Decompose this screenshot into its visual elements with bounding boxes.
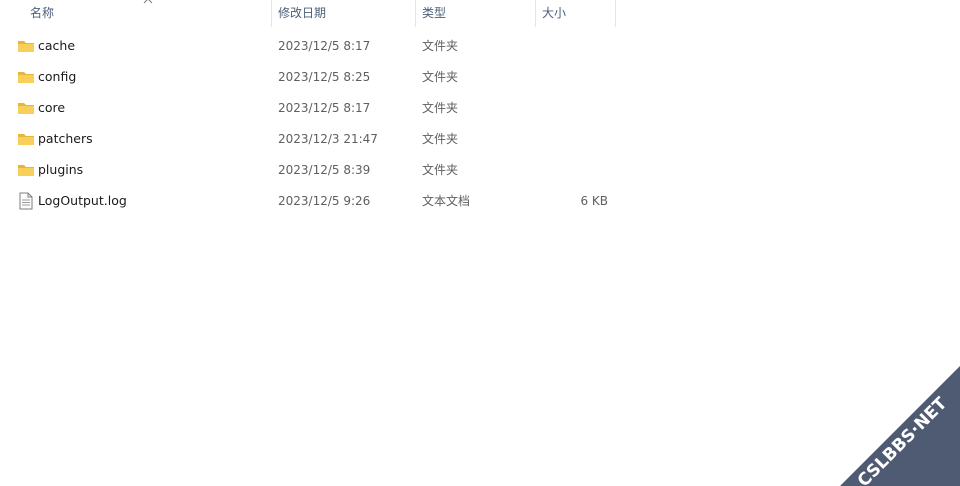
file-row[interactable]: core 2023/12/5 8:17 文件夹 xyxy=(0,93,620,123)
folder-icon xyxy=(18,165,34,176)
file-row[interactable]: patchers 2023/12/3 21:47 文件夹 xyxy=(0,124,620,154)
file-row[interactable]: config 2023/12/5 8:25 文件夹 xyxy=(0,62,620,92)
file-name: core xyxy=(38,100,66,115)
file-date: 2023/12/5 8:17 xyxy=(278,39,371,53)
file-date: 2023/12/5 8:17 xyxy=(278,101,371,115)
file-date: 2023/12/5 8:25 xyxy=(278,70,371,84)
column-header-size[interactable]: 大小 xyxy=(536,0,616,27)
file-name: LogOutput.log xyxy=(38,193,127,208)
file-type: 文件夹 xyxy=(422,101,459,115)
sort-ascending-icon xyxy=(143,0,153,4)
file-name: plugins xyxy=(38,162,84,177)
column-header-size-label: 大小 xyxy=(542,6,567,20)
file-date: 2023/12/5 9:26 xyxy=(278,194,371,208)
watermark-logo: CSLBBS·NET xyxy=(840,366,960,486)
column-header-type[interactable]: 类型 xyxy=(416,0,536,27)
file-row[interactable]: cache 2023/12/5 8:17 文件夹 xyxy=(0,31,620,61)
file-name: config xyxy=(38,69,77,84)
column-header-date[interactable]: 修改日期 xyxy=(272,0,416,27)
file-name: cache xyxy=(38,38,76,53)
column-header-date-label: 修改日期 xyxy=(278,6,327,20)
file-type: 文本文档 xyxy=(422,194,471,208)
folder-icon xyxy=(18,103,34,114)
file-size: 6 KB xyxy=(580,194,608,208)
folder-icon xyxy=(18,41,34,52)
folder-icon xyxy=(18,134,34,145)
column-header-type-label: 类型 xyxy=(422,6,447,20)
file-date: 2023/12/3 21:47 xyxy=(278,132,378,146)
file-type: 文件夹 xyxy=(422,70,459,84)
column-header: 名称 修改日期 类型 大小 xyxy=(0,0,960,27)
file-type: 文件夹 xyxy=(422,132,459,146)
text-file-icon xyxy=(19,192,33,210)
file-name: patchers xyxy=(38,131,93,146)
file-type: 文件夹 xyxy=(422,39,459,53)
file-row[interactable]: LogOutput.log 2023/12/5 9:26 文本文档 6 KB xyxy=(0,186,620,216)
file-type: 文件夹 xyxy=(422,163,459,177)
file-row[interactable]: plugins 2023/12/5 8:39 文件夹 xyxy=(0,155,620,185)
folder-icon xyxy=(18,72,34,83)
column-header-name-label: 名称 xyxy=(30,6,55,20)
file-date: 2023/12/5 8:39 xyxy=(278,163,371,177)
